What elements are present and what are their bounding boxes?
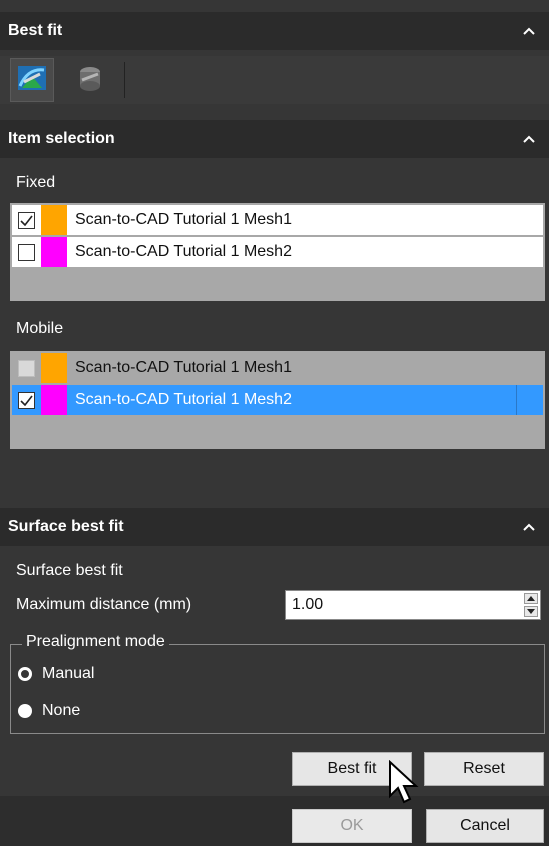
list-item[interactable]: Scan-to-CAD Tutorial 1 Mesh1 <box>12 205 543 235</box>
reset-button[interactable]: Reset <box>424 752 544 786</box>
radio-manual-label: Manual <box>42 665 95 682</box>
surface-best-fit-icon <box>16 62 48 99</box>
prealignment-legend: Prealignment mode <box>22 633 169 651</box>
list-item[interactable]: Scan-to-CAD Tutorial 1 Mesh1 <box>12 353 543 383</box>
max-distance-label: Maximum distance (mm) <box>16 596 192 613</box>
max-distance-input[interactable]: 1.00 <box>285 590 541 620</box>
fixed-item-list[interactable]: Scan-to-CAD Tutorial 1 Mesh1 Scan-to-CAD… <box>10 203 545 301</box>
item-name: Scan-to-CAD Tutorial 1 Mesh2 <box>75 391 292 408</box>
surface-best-fit-tool-button[interactable] <box>10 58 54 102</box>
list-item-selected[interactable]: Scan-to-CAD Tutorial 1 Mesh2 <box>12 385 543 415</box>
color-swatch <box>41 237 67 267</box>
color-swatch <box>41 205 67 235</box>
best-fit-title: Best fit <box>8 22 63 39</box>
feature-best-fit-icon <box>74 62 106 99</box>
surface-best-fit-section-header[interactable]: Surface best fit <box>0 508 549 546</box>
feature-best-fit-tool-button[interactable] <box>68 58 112 102</box>
surface-best-fit-title: Surface best fit <box>8 518 124 535</box>
item-name: Scan-to-CAD Tutorial 1 Mesh1 <box>75 359 292 376</box>
radio-unselected-icon[interactable] <box>18 667 32 681</box>
item-selection-title: Item selection <box>8 130 115 147</box>
best-fit-panel: Best fit Item selection Fixed Scan-to-CA… <box>0 0 549 846</box>
chevron-up-icon[interactable] <box>523 27 535 35</box>
radio-none[interactable]: None <box>18 702 80 720</box>
column-divider <box>516 385 517 415</box>
radio-selected-icon[interactable] <box>18 704 32 718</box>
best-fit-toolbar <box>0 56 549 104</box>
chevron-up-icon[interactable] <box>523 135 535 143</box>
color-swatch <box>41 353 67 383</box>
prealignment-group <box>10 644 545 734</box>
spin-down-icon[interactable] <box>524 606 538 617</box>
radio-manual[interactable]: Manual <box>18 665 94 683</box>
radio-none-label: None <box>42 702 81 719</box>
max-distance-stepper[interactable] <box>524 593 538 617</box>
item-checkbox[interactable] <box>18 359 35 377</box>
spin-up-icon[interactable] <box>524 593 538 604</box>
cancel-button[interactable]: Cancel <box>426 809 544 843</box>
item-checkbox[interactable] <box>18 211 35 229</box>
color-swatch <box>41 385 67 415</box>
item-selection-section-header[interactable]: Item selection <box>0 120 549 158</box>
chevron-up-icon[interactable] <box>523 523 535 531</box>
item-name: Scan-to-CAD Tutorial 1 Mesh1 <box>75 211 292 228</box>
mouse-pointer-icon <box>388 759 422 813</box>
surface-best-fit-subtitle: Surface best fit <box>16 562 123 579</box>
toolbar-divider <box>124 62 125 98</box>
best-fit-section-header[interactable]: Best fit <box>0 12 549 50</box>
item-checkbox[interactable] <box>18 391 35 409</box>
item-checkbox[interactable] <box>18 243 35 261</box>
fixed-label: Fixed <box>16 174 56 191</box>
mobile-label: Mobile <box>16 320 64 337</box>
max-distance-value: 1.00 <box>292 596 324 613</box>
item-name: Scan-to-CAD Tutorial 1 Mesh2 <box>75 243 292 260</box>
mobile-item-list[interactable]: Scan-to-CAD Tutorial 1 Mesh1 Scan-to-CAD… <box>10 351 545 449</box>
ok-button[interactable]: OK <box>292 809 412 843</box>
list-item[interactable]: Scan-to-CAD Tutorial 1 Mesh2 <box>12 237 543 267</box>
